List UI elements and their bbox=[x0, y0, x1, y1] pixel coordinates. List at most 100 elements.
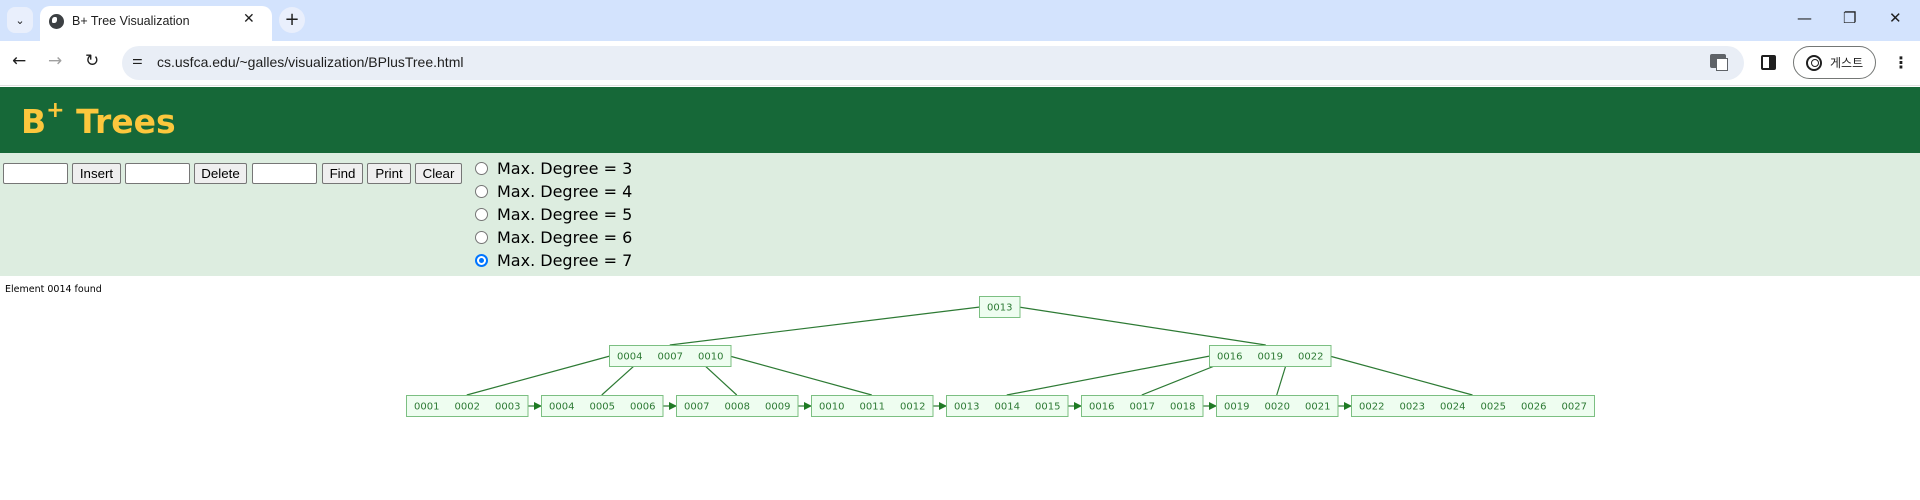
leaf-node: 0013 0014 0015 bbox=[946, 395, 1069, 417]
profile-label: 게스트 bbox=[1830, 56, 1864, 70]
degree-option-6[interactable]: Max. Degree = 6 bbox=[475, 227, 632, 247]
reload-icon[interactable]: ↻ bbox=[85, 51, 99, 71]
edge-internal-leaf bbox=[1329, 355, 1473, 396]
node-key: 0004 bbox=[549, 402, 574, 413]
page-title: B+ Trees bbox=[21, 98, 176, 141]
insert-button[interactable]: Insert bbox=[72, 163, 121, 184]
profile-button[interactable]: 게스트 bbox=[1793, 46, 1876, 79]
edge-root-right bbox=[1018, 306, 1266, 346]
radio-button[interactable] bbox=[475, 184, 488, 198]
degree-label: Max. Degree = 3 bbox=[497, 158, 633, 178]
node-key: 0004 bbox=[617, 352, 642, 363]
node-key: 0005 bbox=[590, 402, 615, 413]
node-key: 0018 bbox=[1170, 402, 1195, 413]
leaf-node: 0001 0002 0003 bbox=[406, 395, 529, 417]
node-key: 0027 bbox=[1562, 402, 1587, 413]
chevron-down-icon: ⌄ bbox=[15, 13, 25, 27]
title-text-rest: Trees bbox=[64, 102, 176, 141]
node-key: 0022 bbox=[1298, 352, 1323, 363]
node-key: 0026 bbox=[1521, 402, 1546, 413]
degree-label: Max. Degree = 5 bbox=[497, 204, 633, 224]
leaf-node: 0016 0017 0018 bbox=[1081, 395, 1204, 417]
node-key: 0002 bbox=[455, 402, 480, 413]
print-button[interactable]: Print bbox=[367, 163, 411, 184]
node-key: 0021 bbox=[1305, 402, 1330, 413]
account-circle-icon bbox=[1806, 55, 1822, 71]
node-key: 0019 bbox=[1224, 402, 1249, 413]
tab-list-button[interactable]: ⌄ bbox=[7, 7, 33, 33]
degree-option-3[interactable]: Max. Degree = 3 bbox=[475, 158, 632, 178]
degree-label: Max. Degree = 6 bbox=[497, 227, 633, 247]
restore-icon[interactable]: ❐ bbox=[1843, 9, 1856, 27]
radio-button[interactable] bbox=[475, 230, 488, 244]
url-text[interactable]: cs.usfca.edu/~galles/visualization/BPlus… bbox=[157, 54, 463, 70]
node-key: 0023 bbox=[1400, 402, 1425, 413]
node-key: 0011 bbox=[860, 402, 885, 413]
degree-label: Max. Degree = 7 bbox=[497, 250, 633, 270]
delete-input[interactable] bbox=[125, 163, 190, 184]
node-key: 0009 bbox=[765, 402, 790, 413]
radio-button-selected[interactable] bbox=[475, 253, 488, 267]
leaf-node: 0022 0023 0024 0025 0026 0027 bbox=[1351, 395, 1595, 417]
node-key: 0013 bbox=[954, 402, 979, 413]
node-key: 0007 bbox=[684, 402, 709, 413]
insert-input[interactable] bbox=[3, 163, 68, 184]
node-key: 0019 bbox=[1258, 352, 1283, 363]
forward-icon[interactable]: → bbox=[48, 51, 62, 71]
node-key: 0013 bbox=[987, 303, 1012, 314]
internal-node: 0016 0019 0022 bbox=[1209, 345, 1332, 367]
tree-canvas[interactable]: 0013 0004 0007 0010 0016 0019 0022 0001 0002 0003… bbox=[0, 276, 1920, 500]
kebab-menu-icon[interactable]: ⋮ bbox=[1893, 53, 1909, 72]
page-header: B+ Trees bbox=[0, 87, 1920, 153]
delete-button[interactable]: Delete bbox=[194, 163, 247, 184]
node-key: 0024 bbox=[1440, 402, 1465, 413]
leaf-node: 0019 0020 0021 bbox=[1216, 395, 1339, 417]
find-button[interactable]: Find bbox=[322, 163, 363, 184]
edge-internal-leaf bbox=[729, 355, 872, 396]
globe-icon bbox=[49, 14, 64, 29]
tab-title: B+ Tree Visualization bbox=[72, 14, 190, 28]
translate-icon[interactable] bbox=[1710, 54, 1728, 71]
node-key: 0012 bbox=[900, 402, 925, 413]
node-key: 0022 bbox=[1359, 402, 1384, 413]
node-box bbox=[1351, 395, 1595, 417]
degree-option-7[interactable]: Max. Degree = 7 bbox=[475, 250, 632, 270]
node-key: 0016 bbox=[1089, 402, 1114, 413]
edge-root-left bbox=[669, 306, 981, 346]
window-close-icon[interactable]: ✕ bbox=[1889, 9, 1902, 27]
nodes-layer: 0013 0004 0007 0010 0016 0019 0022 0001 0002 0003… bbox=[406, 296, 1595, 417]
node-key: 0020 bbox=[1265, 402, 1290, 413]
node-key: 0017 bbox=[1130, 402, 1155, 413]
node-key: 0008 bbox=[725, 402, 750, 413]
address-bar[interactable]: ⚌ cs.usfca.edu/~galles/visualization/BPl… bbox=[122, 46, 1744, 80]
degree-option-5[interactable]: Max. Degree = 5 bbox=[475, 204, 632, 224]
node-key: 0007 bbox=[658, 352, 683, 363]
side-panel-icon[interactable] bbox=[1761, 55, 1776, 70]
root-node: 0013 bbox=[979, 296, 1021, 318]
degree-option-4[interactable]: Max. Degree = 4 bbox=[475, 181, 632, 201]
clear-button[interactable]: Clear bbox=[415, 163, 462, 184]
degree-label: Max. Degree = 4 bbox=[497, 181, 633, 201]
radio-button[interactable] bbox=[475, 207, 488, 221]
radio-button[interactable] bbox=[475, 161, 488, 175]
node-key: 0016 bbox=[1217, 352, 1242, 363]
back-icon[interactable]: ← bbox=[12, 51, 26, 71]
browser-tab[interactable]: B+ Tree Visualization ✕ bbox=[40, 6, 272, 41]
node-key: 0003 bbox=[495, 402, 520, 413]
leaf-node: 0010 0011 0012 bbox=[811, 395, 934, 417]
edge-internal-leaf bbox=[466, 355, 611, 396]
node-key: 0010 bbox=[819, 402, 844, 413]
title-superscript: + bbox=[46, 98, 65, 123]
node-key: 0025 bbox=[1481, 402, 1506, 413]
node-key: 0010 bbox=[698, 352, 723, 363]
site-info-icon[interactable]: ⚌ bbox=[132, 53, 154, 73]
node-key: 0001 bbox=[414, 402, 439, 413]
node-key: 0015 bbox=[1035, 402, 1060, 413]
tab-close-icon[interactable]: ✕ bbox=[243, 11, 255, 27]
new-tab-button[interactable]: + bbox=[279, 7, 305, 33]
leaf-node: 0007 0008 0009 bbox=[676, 395, 799, 417]
minimize-icon[interactable]: — bbox=[1797, 9, 1812, 27]
find-input[interactable] bbox=[252, 163, 317, 184]
controls-panel: Insert Delete Find Print Clear Max. Degr… bbox=[0, 153, 1920, 276]
internal-node: 0004 0007 0010 bbox=[609, 345, 732, 367]
